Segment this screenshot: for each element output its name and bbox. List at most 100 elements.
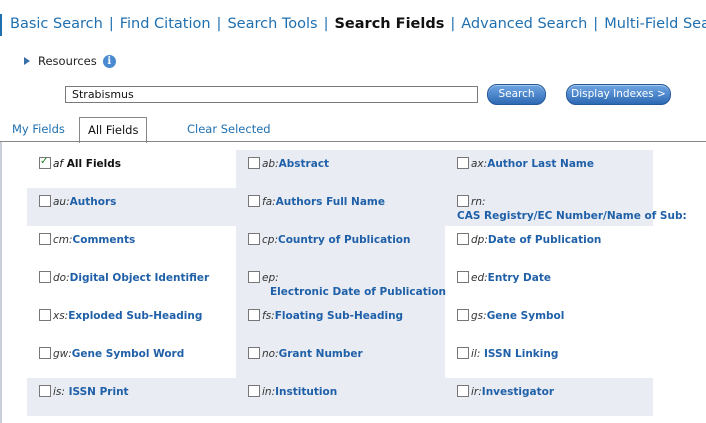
field-cell: cp:Country of Publication — [236, 226, 445, 264]
nav-search-fields[interactable]: Search Fields — [334, 16, 444, 32]
field-option[interactable]: ab:Abstract — [248, 157, 329, 171]
field-option[interactable]: do:Digital Object Identifier — [39, 271, 209, 285]
field-code: no: — [262, 348, 279, 360]
field-option[interactable]: xs:Exploded Sub-Heading — [39, 309, 202, 323]
field-checkbox[interactable] — [248, 309, 260, 321]
field-cell: ed:Entry Date — [445, 264, 653, 302]
field-checkbox[interactable] — [248, 385, 260, 397]
field-checkbox[interactable] — [39, 195, 51, 207]
panel-left-border — [0, 142, 2, 423]
display-indexes-button[interactable]: Display Indexes > — [566, 84, 671, 105]
field-cell: ep: Electronic Date of Publication — [236, 264, 446, 302]
field-option[interactable]: au:Authors — [39, 195, 116, 209]
field-checkbox[interactable] — [457, 233, 469, 245]
field-checkbox[interactable] — [39, 385, 51, 397]
field-checkbox[interactable] — [457, 271, 469, 283]
tab-my-fields[interactable]: My Fields — [12, 117, 65, 141]
field-name: Entry Date — [487, 272, 551, 284]
nav-find-citation[interactable]: Find Citation — [120, 16, 211, 32]
nav-advanced-search[interactable]: Advanced Search — [461, 16, 587, 32]
field-option[interactable]: fs:Floating Sub-Heading — [248, 309, 403, 323]
field-option[interactable]: no:Grant Number — [248, 347, 363, 361]
field-name: Exploded Sub-Heading — [68, 310, 203, 322]
clear-selected-link[interactable]: Clear Selected — [187, 117, 271, 141]
field-checkbox[interactable] — [457, 195, 469, 207]
field-checkbox[interactable] — [39, 347, 51, 359]
field-checkbox[interactable] — [39, 233, 51, 245]
field-name: Electronic Date of Publication — [270, 286, 447, 298]
field-checkbox[interactable] — [248, 233, 260, 245]
field-code: ax: — [471, 158, 488, 170]
nav-search-tools[interactable]: Search Tools — [227, 16, 317, 32]
field-name: Floating Sub-Heading — [274, 310, 404, 322]
resources-toggle[interactable]: Resources i — [24, 54, 116, 68]
field-cell: is: ISSN Print — [27, 378, 236, 416]
field-code: ep: — [262, 272, 279, 284]
field-checkbox[interactable] — [457, 309, 469, 321]
field-cell: af All Fields — [27, 150, 236, 188]
field-row: au:Authors fa:Authors Full Name rn: CAS Reg… — [27, 188, 687, 226]
nav-left-bar — [0, 14, 2, 36]
field-row: do:Digital Object Identifier ep: Electroni… — [27, 264, 653, 302]
field-cell: no:Grant Number — [236, 340, 445, 378]
field-tabs: My Fields All Fields Clear Selected — [0, 117, 706, 143]
search-button[interactable]: Search — [487, 84, 546, 105]
field-checkbox[interactable] — [457, 347, 469, 359]
field-code: do: — [53, 272, 70, 284]
info-icon[interactable]: i — [102, 54, 116, 68]
field-code: xs: — [53, 310, 69, 322]
field-checkbox[interactable] — [248, 195, 260, 207]
field-checkbox[interactable] — [457, 157, 469, 169]
field-cell: in:Institution — [236, 378, 445, 416]
field-name: Date of Publication — [487, 234, 602, 246]
field-option[interactable]: ir:Investigator — [457, 385, 554, 399]
field-checkbox[interactable] — [248, 157, 260, 169]
field-name: Investigator — [481, 386, 555, 398]
field-code: af — [53, 158, 64, 170]
expand-triangle-icon — [24, 57, 30, 65]
field-name: CAS Registry/EC Number/Name of Sub: — [457, 210, 687, 222]
field-option[interactable]: ed:Entry Date — [457, 271, 551, 285]
field-name: Gene Symbol Word — [71, 348, 185, 360]
field-option[interactable]: cm:Comments — [39, 233, 135, 247]
field-option[interactable]: in:Institution — [248, 385, 337, 399]
field-name: ISSN Print — [64, 386, 129, 398]
field-name: ISSN Linking — [480, 348, 559, 360]
field-cell: ir:Investigator — [445, 378, 653, 416]
nav-items: Basic Search | Find Citation | Search Tools |… — [10, 16, 706, 32]
field-checkbox[interactable] — [39, 155, 51, 169]
nav-separator: | — [216, 16, 222, 32]
field-option[interactable]: ep: Electronic Date of Publication — [248, 271, 446, 299]
field-code: dp: — [471, 234, 488, 246]
field-code: au: — [53, 196, 70, 208]
nav-basic-search[interactable]: Basic Search — [10, 16, 103, 32]
field-option[interactable]: rn: CAS Registry/EC Number/Name of Sub: — [457, 195, 687, 223]
field-code: rn: — [471, 196, 486, 208]
search-input[interactable] — [65, 86, 478, 103]
field-checkbox[interactable] — [248, 347, 260, 359]
field-option[interactable]: ax:Author Last Name — [457, 157, 594, 171]
field-name: Gene Symbol — [486, 310, 565, 322]
field-option[interactable]: fa:Authors Full Name — [248, 195, 385, 209]
field-checkbox[interactable] — [39, 271, 51, 283]
field-checkbox[interactable] — [457, 385, 469, 397]
nav-separator: | — [593, 16, 599, 32]
field-name: All Fields — [66, 158, 122, 170]
nav-separator: | — [323, 16, 329, 32]
field-option[interactable]: gs:Gene Symbol — [457, 309, 564, 323]
field-code: il: — [471, 348, 481, 360]
field-checkbox[interactable] — [248, 271, 260, 283]
field-option[interactable]: cp:Country of Publication — [248, 233, 411, 247]
field-option[interactable]: il: ISSN Linking — [457, 347, 558, 361]
field-cell: cm:Comments — [27, 226, 236, 264]
field-option[interactable]: dp:Date of Publication — [457, 233, 601, 247]
field-option[interactable]: gw:Gene Symbol Word — [39, 347, 184, 361]
field-code: in: — [262, 386, 276, 398]
field-option[interactable]: is: ISSN Print — [39, 385, 129, 399]
tab-all-fields[interactable]: All Fields — [79, 117, 148, 143]
field-option[interactable]: af All Fields — [39, 155, 122, 171]
field-cell: dp:Date of Publication — [445, 226, 653, 264]
nav-multi-field-search[interactable]: Multi-Field Search — [604, 16, 706, 32]
field-checkbox[interactable] — [39, 309, 51, 321]
field-code: is: — [53, 386, 65, 398]
